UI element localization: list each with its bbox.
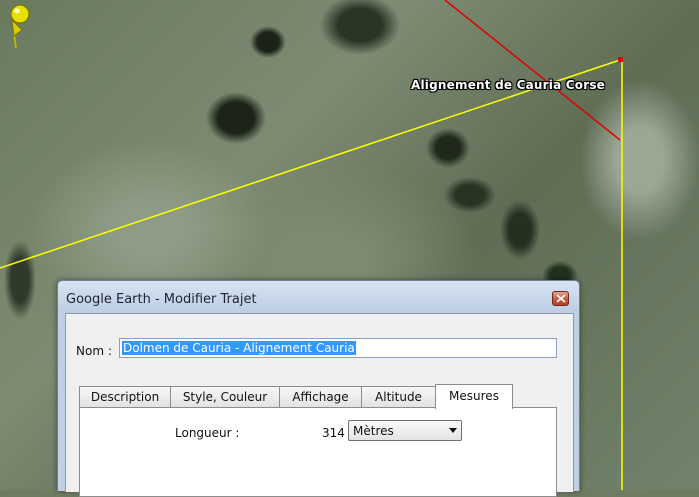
dialog-body: Nom : Dolmen de Cauria - Alignement Caur… — [65, 313, 574, 497]
length-value: 314 — [322, 426, 345, 440]
tab-altitude[interactable]: Altitude — [361, 386, 436, 407]
placemark-label[interactable]: Alignement de Cauria Corse — [411, 78, 605, 92]
mesures-panel: Longueur : 314 Mètres — [79, 407, 557, 497]
name-input[interactable]: Dolmen de Cauria - Alignement Cauria — [119, 338, 557, 358]
path-vertex-handle[interactable] — [618, 57, 623, 62]
close-button[interactable] — [552, 291, 569, 306]
name-label: Nom : — [76, 344, 112, 358]
tab-affichage[interactable]: Affichage — [279, 386, 362, 407]
length-label: Longueur : — [175, 426, 240, 440]
unit-select-value: Mètres — [353, 424, 394, 438]
close-icon — [556, 294, 566, 303]
tab-style-couleur[interactable]: Style, Couleur — [170, 386, 280, 407]
pushpin-icon[interactable] — [0, 0, 40, 50]
tab-description[interactable]: Description — [79, 386, 171, 407]
name-input-value: Dolmen de Cauria - Alignement Cauria — [122, 341, 356, 355]
dialog-titlebar[interactable]: Google Earth - Modifier Trajet — [58, 281, 579, 313]
unit-select[interactable]: Mètres — [348, 420, 462, 441]
tab-mesures[interactable]: Mesures — [435, 384, 513, 409]
dialog-title: Google Earth - Modifier Trajet — [66, 292, 257, 307]
red-path-line[interactable] — [444, 0, 621, 141]
edit-path-dialog: Google Earth - Modifier Trajet Nom : Dol… — [57, 280, 580, 497]
dropdown-arrow-icon — [449, 428, 457, 433]
tab-bar: Description Style, Couleur Affichage Alt… — [79, 384, 569, 409]
